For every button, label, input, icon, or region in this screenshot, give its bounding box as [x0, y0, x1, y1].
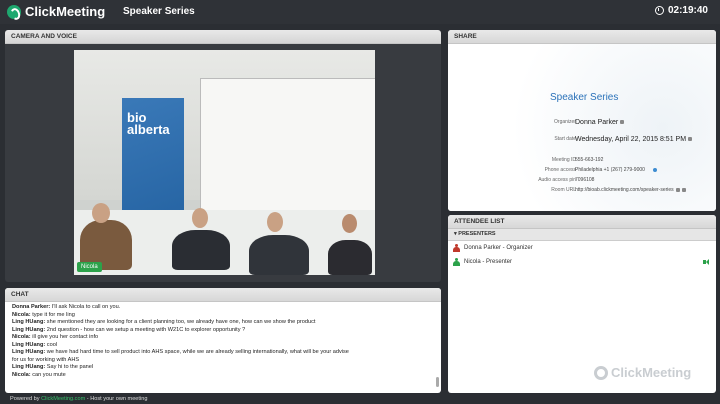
- clickmeeting-link[interactable]: ClickMeeting.com: [41, 396, 85, 402]
- chat-message: Nicola: type it for me ling: [12, 311, 75, 318]
- panelist: [249, 235, 309, 275]
- room-url: http://bioab.clickmeeting.com/speaker-se…: [575, 187, 686, 193]
- user-icon: [453, 244, 460, 252]
- chat-panel-header: CHAT: [5, 288, 441, 302]
- profile-icon[interactable]: [620, 120, 625, 125]
- brand-name: ClickMeeting: [25, 4, 106, 19]
- attendee-list-panel: ATTENDEE LIST ▾ PRESENTERS Donna Parker …: [448, 215, 716, 393]
- chat-message: Nicola: ill give you her contact info: [12, 334, 99, 340]
- panelist: [328, 240, 372, 275]
- meeting-title: Speaker Series: [123, 6, 195, 17]
- share-title: Speaker Series: [550, 92, 619, 103]
- chat-message: Ling HUang: Say hi to the panel: [12, 364, 94, 370]
- camera-panel: CAMERA AND VOICE bio alberta Nicola: [5, 30, 441, 282]
- attendee-name: Nicola - Presenter: [464, 259, 513, 265]
- meeting-id: 555-663-192: [575, 157, 604, 163]
- skype-icon[interactable]: [652, 167, 657, 172]
- clickmeeting-logo-icon: [7, 4, 21, 19]
- chat-message: Ling HUang: we have had hard time to sel…: [12, 349, 349, 355]
- share-panel: SHARE Speaker Series Organizer Donna Par…: [448, 30, 716, 211]
- chat-message: Ling HUang: cool: [12, 341, 58, 348]
- video-name-tag: Nicola: [77, 262, 102, 272]
- copy-icon[interactable]: [675, 187, 680, 192]
- clickmeeting-logo: ClickMeeting: [7, 4, 105, 19]
- calendar-icon[interactable]: [688, 137, 693, 142]
- speaker-icon[interactable]: [703, 259, 710, 265]
- chat-scrollbar[interactable]: [436, 377, 439, 387]
- chat-message: Nicola: can you mute: [12, 371, 66, 378]
- footer: Powered by ClickMeeting.com - Host your …: [0, 395, 720, 404]
- attendee-name: Donna Parker - Organizer: [464, 245, 533, 251]
- top-bar: ClickMeeting Speaker Series 02:19:40: [0, 0, 720, 24]
- user-icon: [453, 258, 460, 266]
- timer-value: 02:19:40: [667, 5, 708, 16]
- clickmeeting-watermark-icon: [594, 365, 608, 380]
- chat-messages[interactable]: Donna Parker: I'll ask Nicola to call on…: [5, 302, 441, 393]
- chat-message: Donna Parker: I'll ask Nicola to call on…: [12, 304, 121, 310]
- video-feed[interactable]: bio alberta Nicola: [74, 50, 375, 275]
- meeting-timer: 02:19:40: [654, 5, 708, 16]
- attendee-list-header: ATTENDEE LIST: [448, 215, 716, 229]
- start-date: Wednesday, April 22, 2015 8:51 PM: [575, 136, 693, 143]
- projector-screen: [200, 78, 375, 220]
- organizer-name: Donna Parker: [575, 119, 625, 126]
- presenters-section[interactable]: ▾ PRESENTERS: [448, 229, 716, 241]
- chat-message: Ling HUang: she mentioned they are looki…: [12, 319, 316, 325]
- panelist: [172, 230, 230, 270]
- share-link-icon[interactable]: [681, 187, 686, 192]
- phone-access: Philadelphia +1 (267) 279-9000: [575, 167, 657, 173]
- clock-icon: [654, 6, 664, 15]
- camera-panel-header: CAMERA AND VOICE: [5, 30, 441, 44]
- attendee-row[interactable]: Donna Parker - Organizer: [448, 241, 716, 255]
- share-panel-header: SHARE: [448, 30, 716, 44]
- chat-message: Ling HUang: 2nd question - how can we se…: [12, 326, 246, 333]
- chat-panel: CHAT Donna Parker: I'll ask Nicola to ca…: [5, 288, 441, 393]
- audio-pin: 7096108: [575, 177, 595, 183]
- banner-text: bio alberta: [127, 110, 170, 137]
- chat-message: for us for working with AHS: [12, 356, 80, 363]
- clickmeeting-watermark: ClickMeeting: [594, 365, 691, 380]
- share-content: Speaker Series Organizer Donna Parker St…: [448, 44, 716, 211]
- attendee-row[interactable]: Nicola - Presenter: [448, 255, 716, 269]
